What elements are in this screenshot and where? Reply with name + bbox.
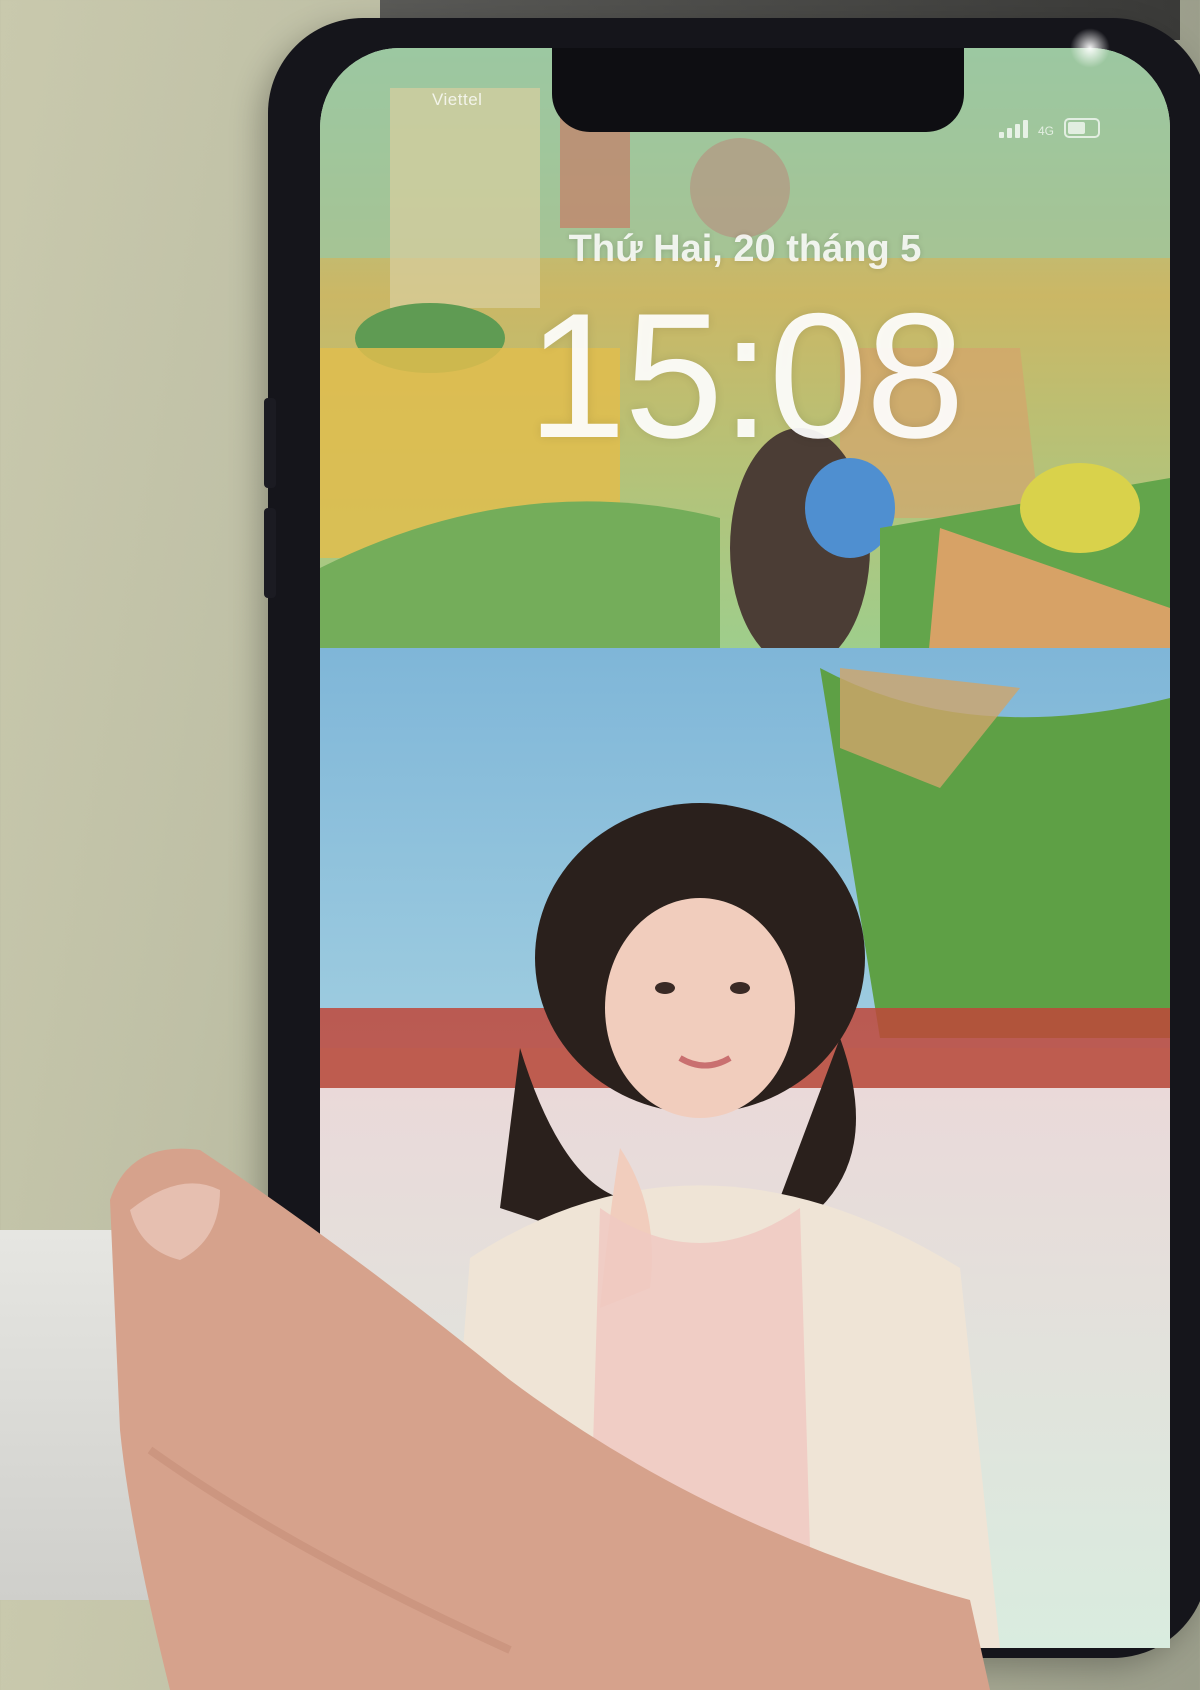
network-label: 4G [1037, 124, 1054, 138]
signal-icon [998, 120, 1028, 138]
battery-icon [1064, 118, 1100, 138]
finger [110, 1148, 990, 1690]
lock-screen-time: 15:08 [527, 276, 964, 475]
volume-button[interactable] [264, 398, 276, 488]
light-glare [1070, 28, 1110, 68]
status-icons: 4G [998, 118, 1100, 138]
notch [552, 48, 964, 132]
lock-screen-date: Thứ Hai, 20 tháng 5 [568, 228, 922, 270]
volume-button[interactable] [264, 508, 276, 598]
carrier-label: Viettel [432, 90, 483, 109]
